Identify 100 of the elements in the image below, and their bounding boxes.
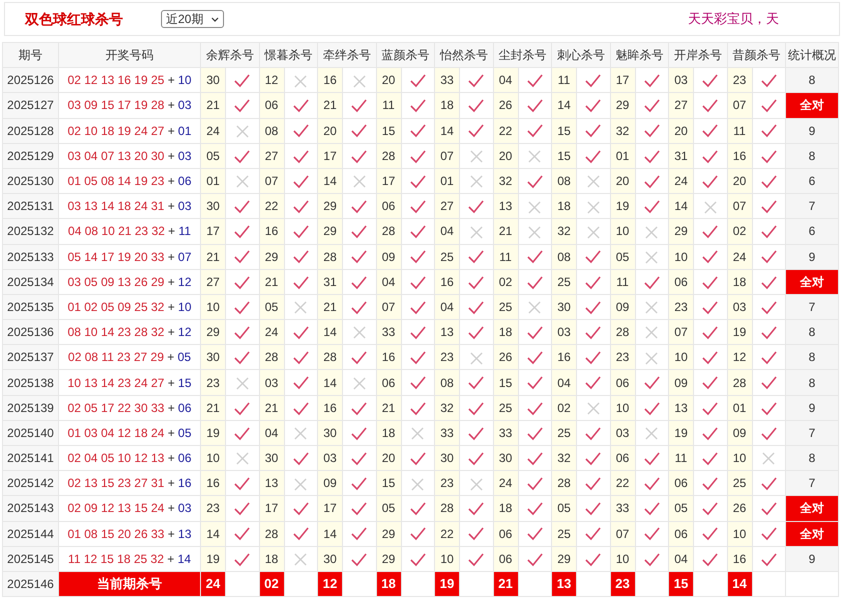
check-icon xyxy=(644,552,660,567)
kill-number-cell: 30 xyxy=(434,446,460,471)
check-icon xyxy=(585,527,602,542)
check-icon xyxy=(644,74,660,88)
kill-number-cell: 16 xyxy=(318,68,342,93)
kill-number-cell: 08 xyxy=(552,244,576,270)
check-icon xyxy=(234,200,250,214)
draw-numbers-cell: 02 04 05 10 12 13 + 06 xyxy=(58,446,200,471)
check-icon xyxy=(526,402,543,416)
kill-number-cell: 10 xyxy=(668,244,694,270)
kill-number-cell: 28 xyxy=(727,370,752,396)
kill-number-cell: 05 xyxy=(552,496,576,522)
check-icon xyxy=(760,174,777,189)
kill-number-cell: 30 xyxy=(318,546,342,572)
check-icon xyxy=(410,174,426,189)
kill-number-cell: 29 xyxy=(318,194,342,219)
check-icon xyxy=(526,552,543,567)
issue-cell: 2025135 xyxy=(2,294,58,320)
check-icon xyxy=(351,351,368,366)
draw-numbers-cell: 02 08 11 23 27 29 + 05 xyxy=(58,344,200,370)
check-icon xyxy=(234,74,250,88)
kill-number-cell: 30 xyxy=(200,194,226,219)
check-icon xyxy=(234,326,250,340)
current-kill-number: 19 xyxy=(434,571,460,597)
check-icon xyxy=(468,276,484,290)
check-icon xyxy=(292,174,309,189)
check-icon xyxy=(760,527,777,542)
kill-number-cell: 03 xyxy=(610,420,635,446)
kill-number-cell: 15 xyxy=(376,118,401,144)
cross-icon xyxy=(586,226,600,239)
check-icon xyxy=(468,326,484,340)
kill-number-cell: 03 xyxy=(259,370,284,396)
kill-number-cell: 18 xyxy=(493,320,518,345)
kill-number-cell: 22 xyxy=(259,194,284,219)
kill-number-cell: 13 xyxy=(668,395,694,420)
kill-number-cell: 23 xyxy=(727,68,752,93)
check-icon xyxy=(644,174,660,189)
kill-number-cell: 32 xyxy=(552,218,576,244)
current-kill-number: 12 xyxy=(318,571,342,597)
kill-number-cell: 15 xyxy=(552,118,576,144)
check-icon xyxy=(702,527,718,542)
draw-numbers-cell: 02 09 12 13 15 24 + 03 xyxy=(58,496,200,522)
check-icon xyxy=(526,124,543,138)
period-select[interactable]: 近20期 xyxy=(161,10,224,28)
check-icon xyxy=(468,452,484,466)
cross-icon xyxy=(645,226,658,239)
kill-number-cell: 21 xyxy=(318,92,342,118)
check-icon xyxy=(760,150,777,164)
kill-number-cell: 27 xyxy=(434,194,460,219)
kill-number-cell: 14 xyxy=(318,521,342,546)
draw-numbers-cell: 01 05 08 14 19 23 + 06 xyxy=(58,168,200,194)
check-icon xyxy=(585,150,602,164)
kill-number-cell: 21 xyxy=(200,92,226,118)
current-kill-label: 当前期杀号 xyxy=(58,571,200,597)
kill-number-cell: 08 xyxy=(434,370,460,396)
check-icon xyxy=(644,124,660,138)
check-icon xyxy=(760,250,777,264)
kill-number-cell: 18 xyxy=(552,194,576,219)
check-icon xyxy=(644,276,660,290)
check-icon xyxy=(702,376,718,390)
kill-number-cell: 12 xyxy=(259,68,284,93)
kill-number-cell: 16 xyxy=(434,269,460,294)
check-icon xyxy=(410,276,426,290)
cross-icon xyxy=(470,150,483,164)
check-icon xyxy=(585,124,602,138)
kill-number-cell: 17 xyxy=(200,218,226,244)
kill-number-cell: 09 xyxy=(610,294,635,320)
summary-cell: 全对 xyxy=(786,521,838,546)
kill-number-cell: 16 xyxy=(552,344,576,370)
kill-number-cell: 28 xyxy=(434,496,460,522)
chevron-down-icon xyxy=(211,16,219,22)
kill-number-cell: 24 xyxy=(493,470,518,496)
check-icon xyxy=(410,402,426,416)
cross-icon xyxy=(762,452,776,466)
summary-cell: 9 xyxy=(786,395,838,420)
cross-icon xyxy=(645,250,658,264)
cross-icon xyxy=(294,427,308,440)
kill-number-cell: 09 xyxy=(668,370,694,396)
kill-number-cell: 21 xyxy=(318,294,342,320)
check-icon xyxy=(526,74,543,88)
check-icon xyxy=(702,452,718,466)
kill-number-cell: 10 xyxy=(727,521,752,546)
kill-number-cell: 10 xyxy=(434,546,460,572)
summary-cell: 8 xyxy=(786,143,838,168)
kill-number-cell: 21 xyxy=(200,244,226,270)
issue-cell: 2025134 xyxy=(2,269,58,294)
kill-number-cell: 20 xyxy=(318,118,342,144)
current-kill-number: 21 xyxy=(493,571,518,597)
check-icon xyxy=(702,74,718,88)
check-icon xyxy=(468,502,484,516)
column-header: 魅眸杀号 xyxy=(610,42,668,68)
kill-number-cell: 18 xyxy=(434,92,460,118)
kill-number-cell: 21 xyxy=(200,395,226,420)
issue-cell: 2025139 xyxy=(2,395,58,420)
kill-number-cell: 06 xyxy=(610,446,635,471)
kill-number-cell: 14 xyxy=(552,92,576,118)
check-icon xyxy=(468,200,484,214)
check-icon xyxy=(585,477,602,492)
check-icon xyxy=(410,124,426,138)
kill-number-cell: 19 xyxy=(200,546,226,572)
